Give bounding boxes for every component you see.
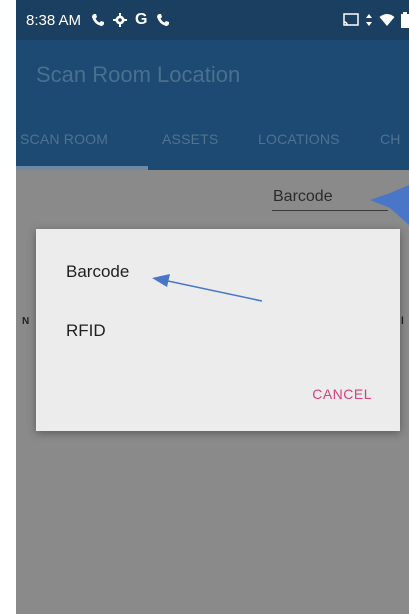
phone-icon bbox=[91, 13, 105, 27]
google-icon: G bbox=[135, 11, 148, 28]
phone-screen: 8:38 AM G Scan Room Location SCAN ROOM A… bbox=[16, 0, 409, 614]
app-bar: Scan Room Location bbox=[16, 40, 409, 108]
background-column-header-right: l bbox=[401, 316, 404, 327]
option-barcode[interactable]: Barcode bbox=[66, 262, 129, 282]
data-arrows-icon bbox=[365, 13, 373, 27]
phone-icon bbox=[156, 13, 170, 27]
option-rfid[interactable]: RFID bbox=[66, 321, 106, 341]
battery-icon bbox=[401, 12, 409, 28]
status-bar: 8:38 AM G bbox=[16, 0, 409, 40]
cast-icon bbox=[343, 13, 359, 27]
status-right-icons bbox=[337, 0, 409, 40]
background-column-header-left: N bbox=[22, 316, 30, 327]
status-time: 8:38 AM bbox=[26, 11, 82, 29]
tab-locations[interactable]: LOCATIONS bbox=[258, 108, 340, 170]
spinner-underline bbox=[272, 210, 388, 211]
scan-mode-spinner[interactable]: Barcode bbox=[273, 188, 333, 206]
gear-icon bbox=[113, 13, 128, 27]
scan-mode-dialog: Barcode RFID CANCEL bbox=[36, 229, 400, 431]
tab-bar: SCAN ROOM ASSETS LOCATIONS CH bbox=[16, 108, 409, 170]
wifi-icon bbox=[379, 13, 395, 27]
cancel-button[interactable]: CANCEL bbox=[312, 386, 372, 402]
tab-assets[interactable]: ASSETS bbox=[162, 108, 218, 170]
tab-scan-room[interactable]: SCAN ROOM bbox=[20, 108, 108, 170]
page-title: Scan Room Location bbox=[36, 62, 241, 87]
tab-more[interactable]: CH bbox=[380, 108, 401, 170]
